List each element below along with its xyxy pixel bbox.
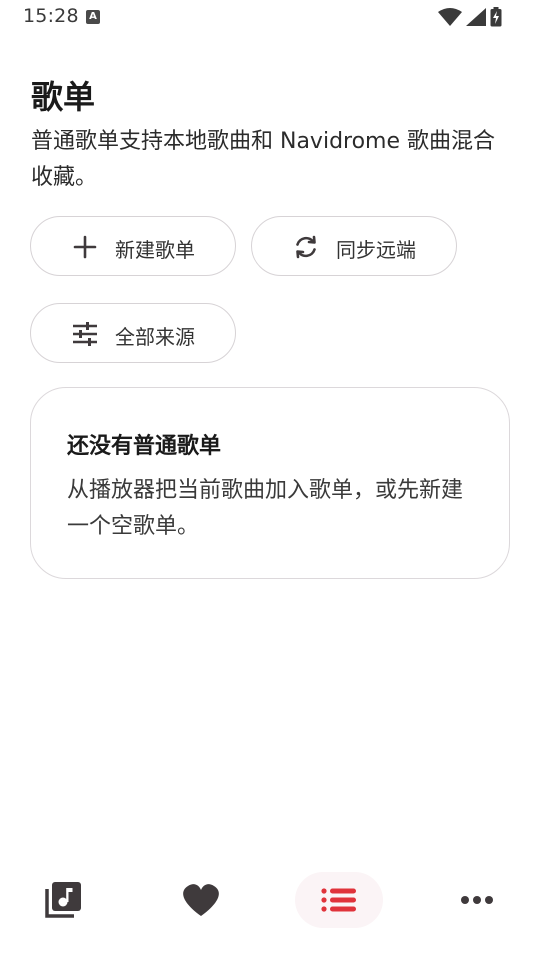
battery-charging-icon: [490, 7, 502, 27]
nav-more[interactable]: [433, 872, 521, 928]
sync-icon: [296, 235, 316, 259]
empty-state-description: 从播放器把当前歌曲加入歌单，或先新建一个空歌单。: [67, 478, 464, 539]
sync-remote-button[interactable]: 同步远端: [251, 216, 457, 276]
status-bar: 15:28 A: [0, 0, 540, 34]
heart-icon: [183, 884, 219, 916]
page-title: 歌单: [31, 78, 96, 116]
cellular-icon: [466, 8, 486, 26]
nav-library[interactable]: [19, 872, 107, 928]
status-icons: [438, 7, 502, 27]
music-library-icon: [45, 882, 81, 918]
plus-icon: [73, 235, 97, 259]
notification-icon: A: [86, 10, 100, 24]
more-horizontal-icon: [461, 896, 493, 904]
new-playlist-label: 新建歌单: [115, 238, 195, 262]
source-filter-button[interactable]: 全部来源: [30, 303, 236, 363]
bottom-navigation: [0, 860, 540, 940]
new-playlist-button[interactable]: 新建歌单: [30, 216, 236, 276]
sync-remote-label: 同步远端: [336, 238, 416, 262]
empty-state-title: 还没有普通歌单: [67, 434, 222, 459]
source-filter-label: 全部来源: [115, 325, 195, 349]
nav-favorites[interactable]: [157, 872, 245, 928]
nav-playlists[interactable]: [295, 872, 383, 928]
status-time: 15:28: [23, 5, 79, 27]
tune-icon: [73, 322, 97, 346]
playlist-icon: [321, 888, 356, 912]
page-description: 普通歌单支持本地歌曲和 Navidrome 歌曲混合收藏。: [31, 129, 496, 190]
empty-state-card: 还没有普通歌单 从播放器把当前歌曲加入歌单，或先新建一个空歌单。: [30, 387, 510, 579]
wifi-icon: [438, 8, 462, 26]
